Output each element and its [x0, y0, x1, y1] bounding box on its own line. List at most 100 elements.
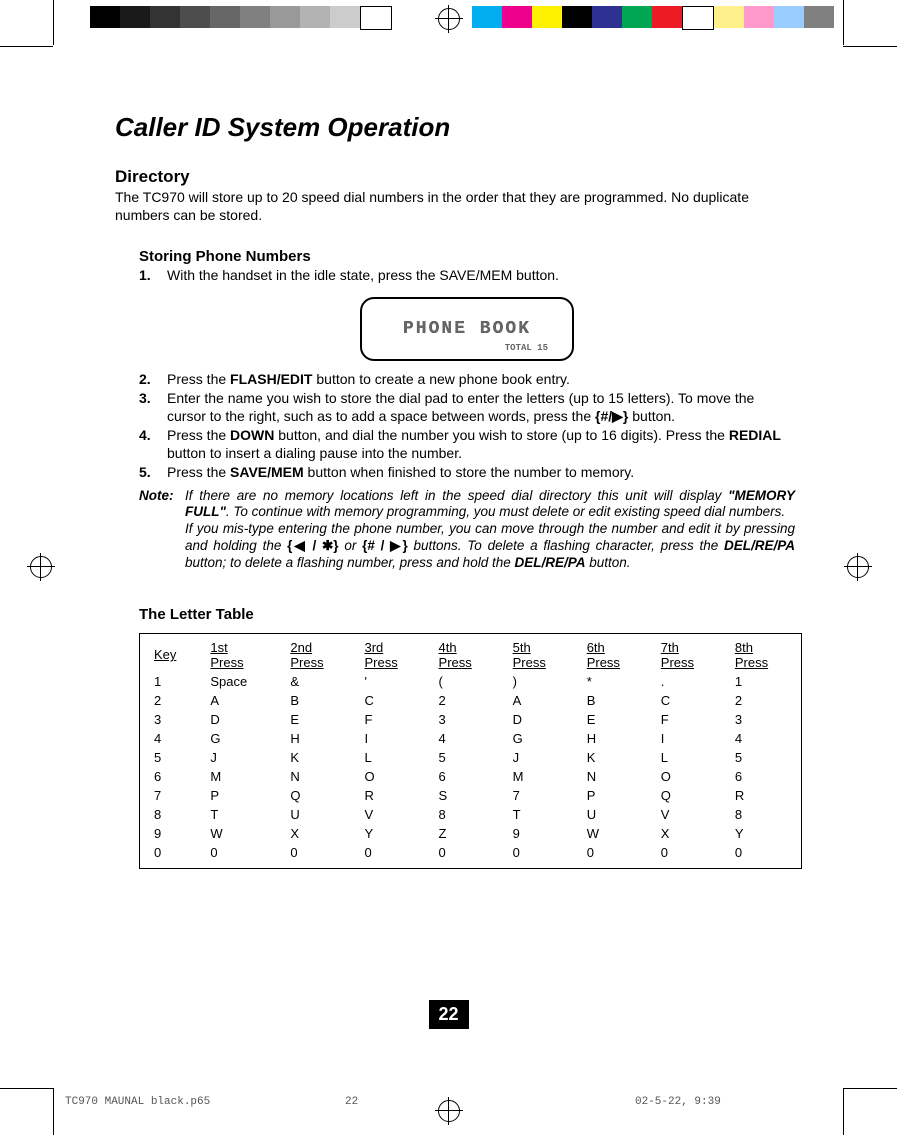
table-cell: 0 [148, 843, 204, 862]
table-cell: . [655, 672, 729, 691]
table-cell: K [284, 748, 358, 767]
table-cell: I [655, 729, 729, 748]
table-cell: O [655, 767, 729, 786]
table-cell: H [284, 729, 358, 748]
table-header-cell: 5thPress [507, 638, 581, 672]
table-row: 1Space&'()*.1 [148, 672, 803, 691]
table-cell: G [507, 729, 581, 748]
table-cell: 4 [729, 729, 803, 748]
registration-target-icon [30, 556, 52, 578]
table-cell: 6 [729, 767, 803, 786]
table-cell: L [358, 748, 432, 767]
letter-table-heading: The Letter Table [139, 606, 795, 623]
registration-target-icon [847, 556, 869, 578]
step-item: 1. With the handset in the idle state, p… [139, 267, 795, 285]
table-cell: 6 [433, 767, 507, 786]
table-row: 3DEF3DEF3 [148, 710, 803, 729]
table-cell: N [581, 767, 655, 786]
table-header-cell: 4thPress [433, 638, 507, 672]
step-text: Press the SAVE/MEM button when finished … [167, 464, 795, 482]
table-cell: J [204, 748, 284, 767]
table-cell: A [507, 691, 581, 710]
table-cell: 3 [729, 710, 803, 729]
table-cell: I [358, 729, 432, 748]
table-cell: E [284, 710, 358, 729]
letter-table: Key1stPress2ndPress3rdPress4thPress5thPr… [148, 638, 803, 862]
lcd-line-1: PHONE BOOK [403, 319, 531, 339]
step-number: 3. [139, 390, 167, 425]
table-cell: M [204, 767, 284, 786]
table-cell: 1 [148, 672, 204, 691]
table-cell: F [655, 710, 729, 729]
step-text: Press the FLASH/EDIT button to create a … [167, 371, 795, 389]
table-cell: 0 [358, 843, 432, 862]
step-item: 4. Press the DOWN button, and dial the n… [139, 427, 795, 462]
table-cell: D [204, 710, 284, 729]
table-cell: 7 [148, 786, 204, 805]
directory-description: The TC970 will store up to 20 speed dial… [115, 189, 795, 224]
table-header-cell: 1stPress [204, 638, 284, 672]
note-text: If there are no memory locations left in… [185, 488, 795, 572]
table-cell: Q [284, 786, 358, 805]
table-cell: 8 [433, 805, 507, 824]
table-header-cell: 3rdPress [358, 638, 432, 672]
hash-right-symbol: {# / ▶} [362, 538, 408, 553]
table-cell: 4 [433, 729, 507, 748]
table-cell: X [284, 824, 358, 843]
table-cell: X [655, 824, 729, 843]
table-cell: B [284, 691, 358, 710]
table-cell: & [284, 672, 358, 691]
table-cell: 5 [433, 748, 507, 767]
table-cell: J [507, 748, 581, 767]
table-cell: Q [655, 786, 729, 805]
table-cell: 5 [148, 748, 204, 767]
grayscale-swatches [90, 6, 392, 30]
page-content: Caller ID System Operation Directory The… [115, 112, 795, 869]
table-cell: 0 [655, 843, 729, 862]
table-row: 7PQRS7PQR [148, 786, 803, 805]
table-cell: C [655, 691, 729, 710]
table-cell: 2 [433, 691, 507, 710]
table-cell: H [581, 729, 655, 748]
table-cell: 0 [284, 843, 358, 862]
step-number: 1. [139, 267, 167, 285]
step-text: Enter the name you wish to store the dia… [167, 390, 795, 425]
table-cell: 2 [148, 691, 204, 710]
letter-table-frame: Key1stPress2ndPress3rdPress4thPress5thPr… [139, 633, 802, 869]
table-header-cell: 2ndPress [284, 638, 358, 672]
lcd-display: PHONE BOOK TOTAL 15 [360, 297, 574, 361]
table-cell: U [581, 805, 655, 824]
table-cell: 0 [507, 843, 581, 862]
table-row: 2ABC2ABC2 [148, 691, 803, 710]
table-cell: D [507, 710, 581, 729]
table-cell: 9 [507, 824, 581, 843]
step-text: With the handset in the idle state, pres… [167, 267, 795, 285]
table-cell: ' [358, 672, 432, 691]
table-cell: 0 [433, 843, 507, 862]
table-cell: 3 [433, 710, 507, 729]
step-text: Press the DOWN button, and dial the numb… [167, 427, 795, 462]
footer: TC970 MAUNAL black.p65 22 02-5-22, 9:39 [65, 1096, 835, 1108]
table-row: 6MNO6MNO6 [148, 767, 803, 786]
table-cell: B [581, 691, 655, 710]
note-block: Note: If there are no memory locations l… [139, 488, 795, 572]
table-cell: 4 [148, 729, 204, 748]
storing-steps-cont: 2. Press the FLASH/EDIT button to create… [139, 371, 795, 482]
table-cell: A [204, 691, 284, 710]
table-header-cell: Key [148, 638, 204, 672]
table-cell: 9 [148, 824, 204, 843]
step-number: 2. [139, 371, 167, 389]
table-cell: 8 [729, 805, 803, 824]
page-title: Caller ID System Operation [115, 112, 795, 143]
table-cell: 2 [729, 691, 803, 710]
table-cell: ) [507, 672, 581, 691]
table-header-cell: 6thPress [581, 638, 655, 672]
table-cell: 0 [204, 843, 284, 862]
table-header-cell: 8thPress [729, 638, 803, 672]
table-cell: U [284, 805, 358, 824]
table-cell: 3 [148, 710, 204, 729]
table-cell: L [655, 748, 729, 767]
footer-date: 02-5-22, 9:39 [635, 1096, 835, 1108]
table-cell: T [507, 805, 581, 824]
table-cell: M [507, 767, 581, 786]
